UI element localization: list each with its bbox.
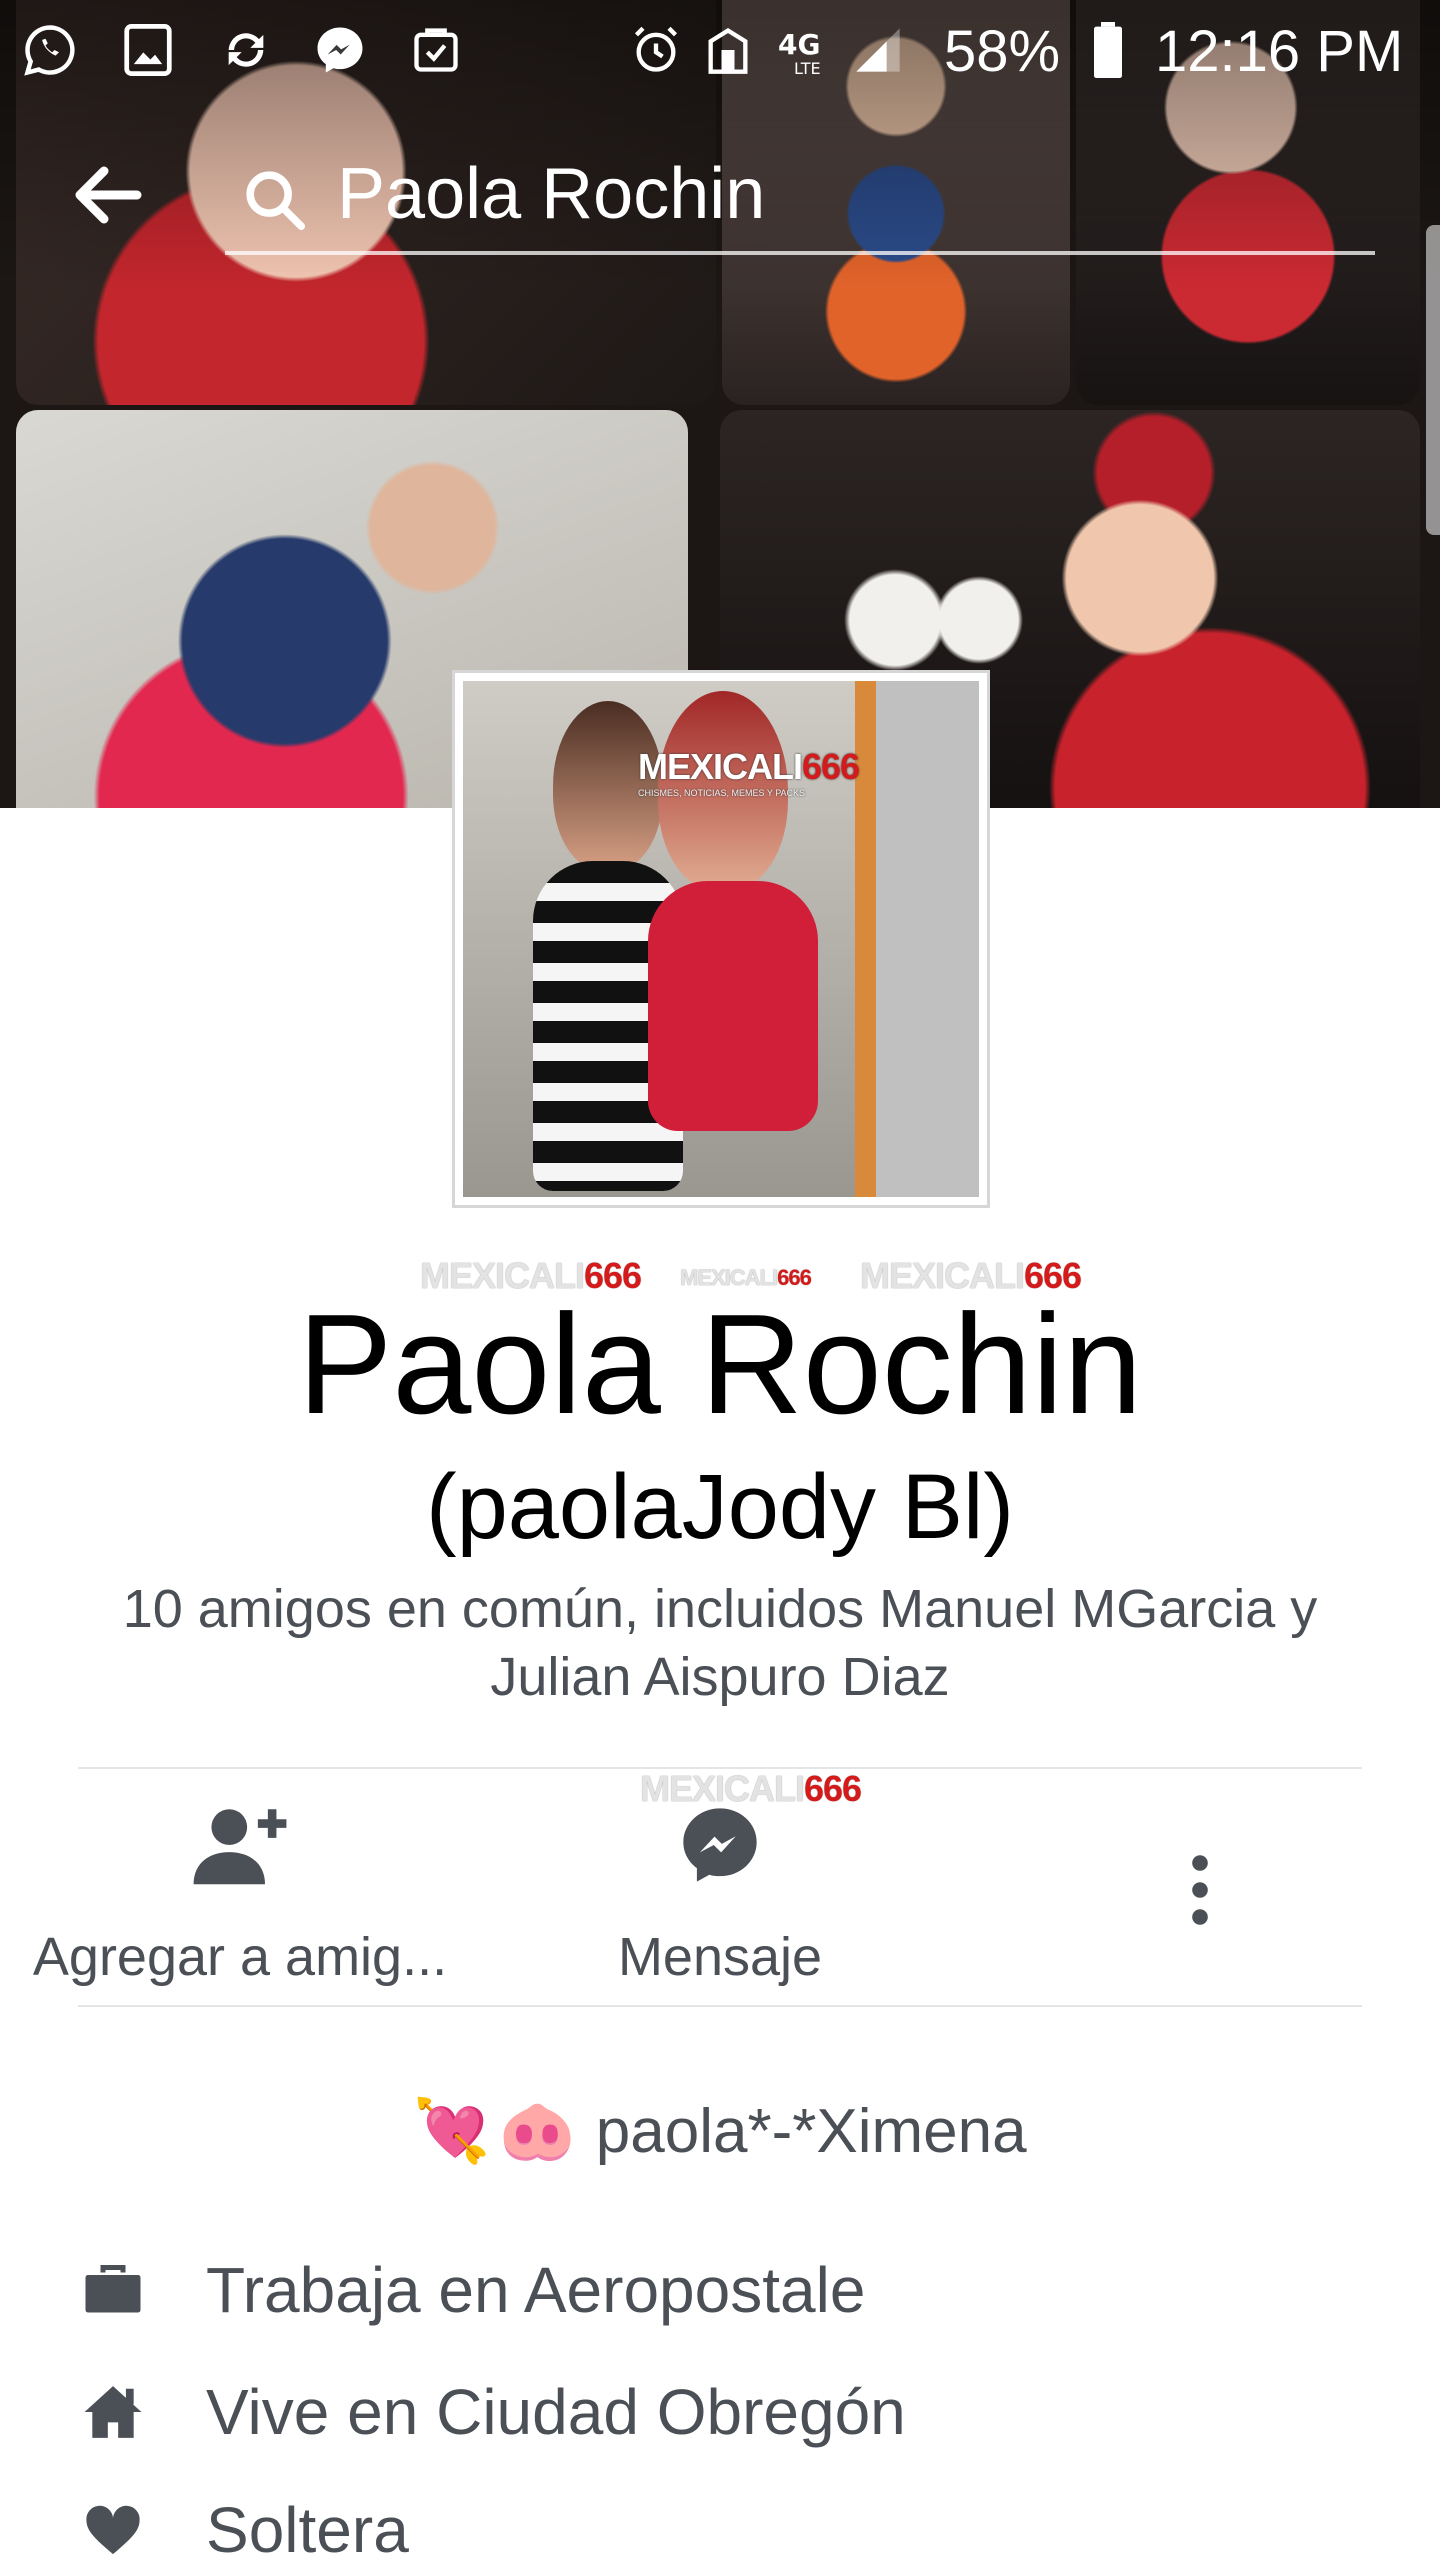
svg-text:LTE: LTE [794, 59, 821, 76]
profile-photo: MEXICALI666 CHISMES, NOTICIAS, MEMES Y P… [463, 681, 979, 1197]
home-icon [78, 2377, 148, 2447]
search-bar[interactable]: Paola Rochin [225, 145, 1375, 255]
add-friend-button[interactable]: Agregar a amig... [20, 1790, 460, 1990]
watermark-logo: MEXICALI666 CHISMES, NOTICIAS, MEMES Y P… [638, 746, 860, 798]
more-options-button[interactable] [1165, 1830, 1235, 1950]
briefcase-icon [78, 2255, 148, 2325]
messenger-icon [312, 22, 368, 78]
status-bar: 4G LTE 58% 12:16 PM [0, 0, 1440, 100]
detail-relationship[interactable]: Soltera [78, 2490, 409, 2570]
4g-lte-icon: 4G LTE [778, 22, 838, 78]
mutual-friends[interactable]: 10 amigos en común, incluidos Manuel MGa… [80, 1575, 1360, 1711]
detail-work[interactable]: Trabaja en Aeropostale [78, 2250, 865, 2330]
alarm-icon [628, 22, 684, 78]
gallery-icon [120, 22, 176, 78]
add-friend-label: Agregar a amig... [32, 1927, 448, 1987]
profile-picture[interactable]: MEXICALI666 CHISMES, NOTICIAS, MEMES Y P… [452, 670, 990, 1208]
whatsapp-icon [22, 22, 78, 78]
profile-bio: 💘 🐽 paola*-*Ximena [0, 2095, 1440, 2168]
message-label: Mensaje [617, 1927, 823, 1987]
detail-relationship-text: Soltera [206, 2494, 409, 2566]
scroll-indicator [1426, 225, 1440, 535]
sync-icon [218, 22, 274, 78]
detail-home-text: Vive en Ciudad Obregón [206, 2376, 906, 2448]
status-clock: 12:16 PM [1155, 19, 1404, 84]
divider [78, 2005, 1362, 2007]
profile-name: Paola Rochin [297, 1285, 1143, 1444]
profile-alternate-name: (paolaJody Bl) [425, 1456, 1015, 1558]
search-icon [240, 165, 310, 235]
back-arrow-icon [75, 166, 142, 224]
photo-figure [648, 881, 818, 1131]
heart-icon [78, 2495, 148, 2565]
svg-text:4G: 4G [778, 28, 820, 61]
signal-booster-icon [700, 22, 756, 78]
search-query[interactable]: Paola Rochin [337, 153, 765, 235]
back-button[interactable] [62, 150, 152, 240]
signal-icon [850, 22, 906, 78]
pig-nose-emoji: 🐽 [498, 2097, 576, 2166]
detail-work-text: Trabaja en Aeropostale [206, 2254, 866, 2326]
watermark-logo: MEXICALI666 [640, 1768, 862, 1809]
add-friend-icon [185, 1790, 295, 1900]
bio-text: paola*-*Ximena [595, 2097, 1027, 2166]
battery-icon [1080, 22, 1136, 78]
battery-percent: 58% [944, 19, 1061, 84]
heart-arrow-emoji: 💘 [413, 2097, 491, 2166]
clipboard-icon [408, 22, 464, 78]
detail-home[interactable]: Vive en Ciudad Obregón [78, 2372, 906, 2452]
message-button[interactable]: Mensaje [560, 1790, 880, 1990]
more-vertical-icon [1192, 1855, 1208, 1925]
